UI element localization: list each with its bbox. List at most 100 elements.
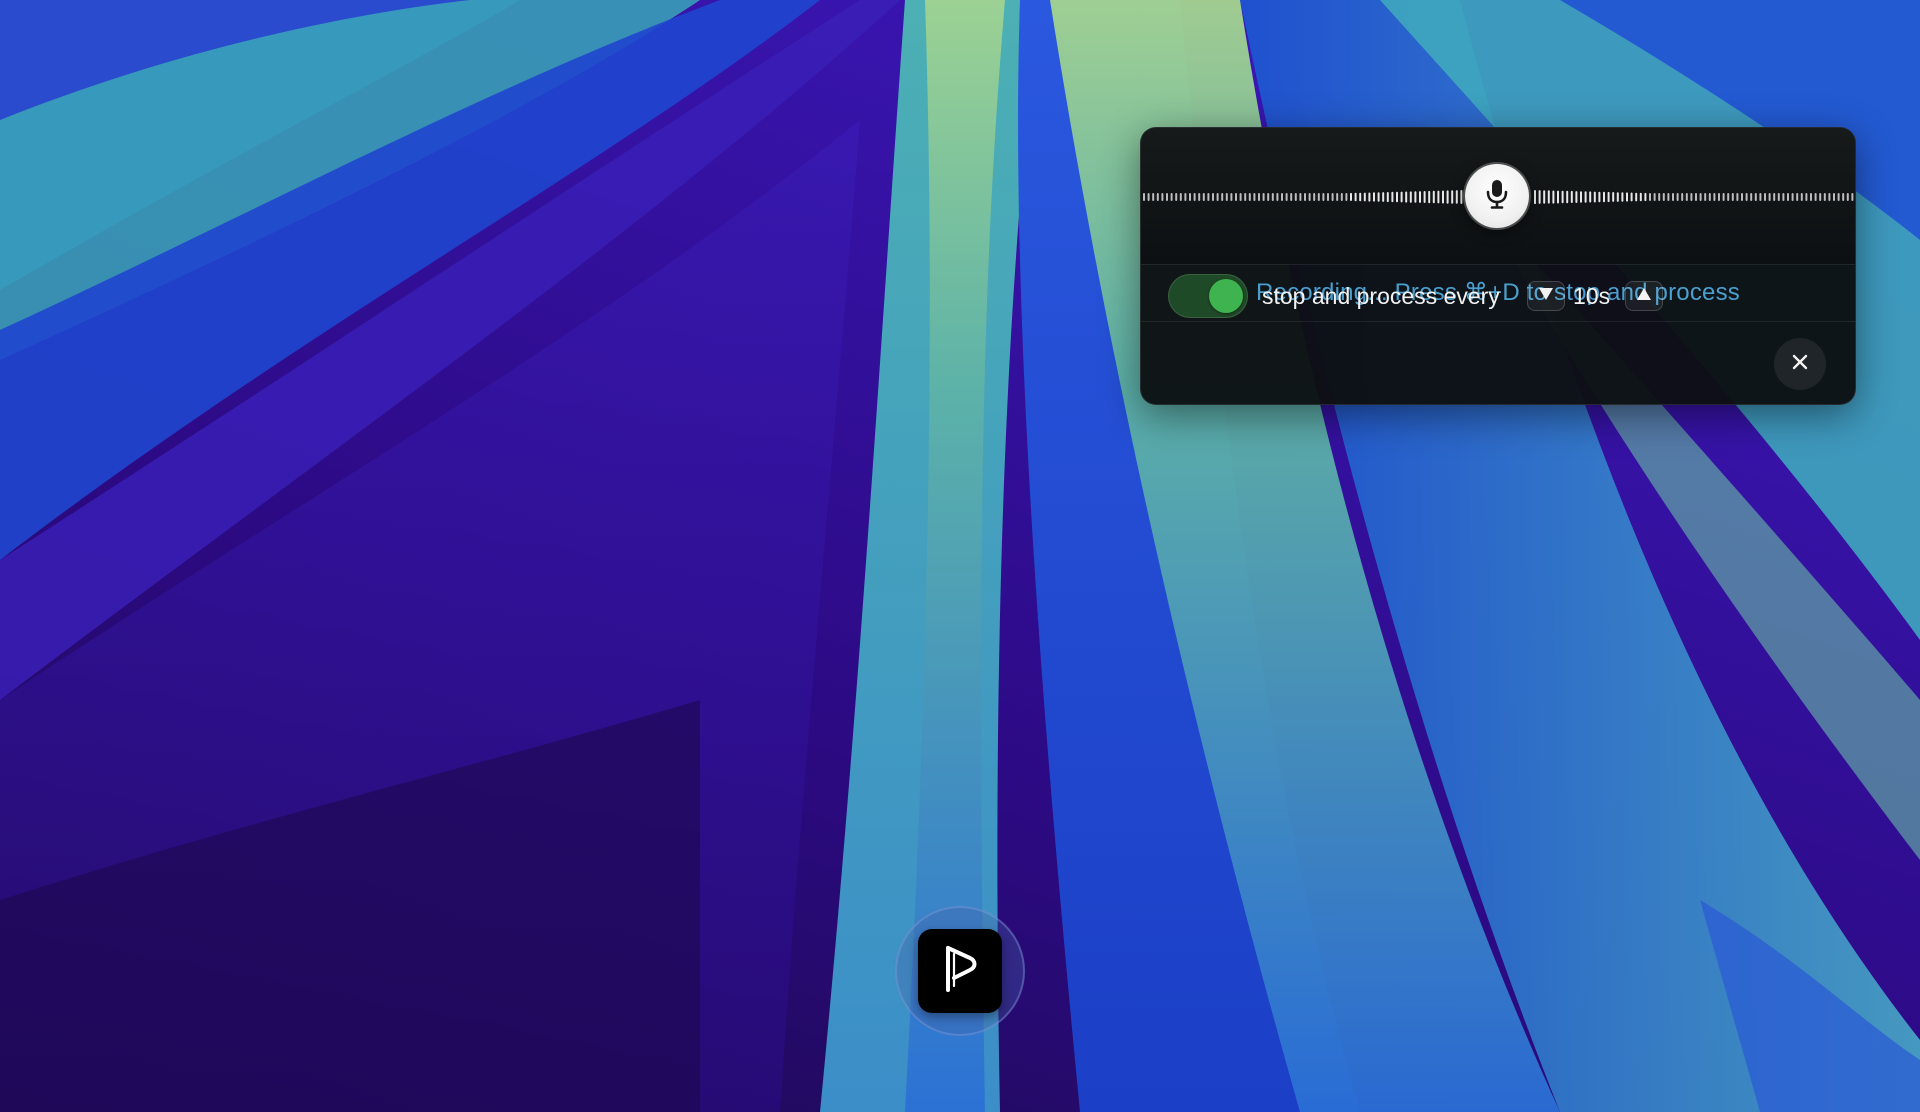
waveform-bar xyxy=(1350,192,1352,201)
waveform-bar xyxy=(1662,193,1665,201)
waveform-bar xyxy=(1782,193,1785,201)
waveform-bar xyxy=(1212,193,1214,201)
waveform-bar xyxy=(1630,192,1633,202)
waveform-bar xyxy=(1405,191,1408,203)
waveform-bar xyxy=(1787,193,1789,201)
waveform-bar xyxy=(1198,193,1201,201)
waveform-bar xyxy=(1414,191,1417,203)
waveform-bar xyxy=(1704,193,1707,201)
waveform-bar xyxy=(1805,193,1808,201)
waveform-bar xyxy=(1713,193,1716,201)
waveform-bar xyxy=(1690,193,1693,201)
waveform-bar xyxy=(1400,191,1403,203)
waveform-bar xyxy=(1837,193,1840,201)
waveform-bar xyxy=(1566,190,1569,204)
waveform-bar xyxy=(1225,193,1228,201)
waveform-bar xyxy=(1695,193,1697,201)
waveform-bar xyxy=(1432,190,1435,204)
desktop: Recording... Press ⌘+D to stop and proce… xyxy=(0,0,1920,1112)
waveform-bar xyxy=(1589,191,1592,203)
waveform-bar xyxy=(1768,193,1771,201)
waveform-bar xyxy=(1161,193,1164,201)
increase-interval-button[interactable] xyxy=(1625,281,1663,311)
recording-panel: Recording... Press ⌘+D to stop and proce… xyxy=(1140,127,1856,405)
app-logo-icon xyxy=(940,942,980,1001)
waveform-bar xyxy=(1290,193,1293,201)
waveform-bar xyxy=(1382,192,1385,202)
waveform-bar xyxy=(1340,193,1343,201)
waveform-bar xyxy=(1616,192,1619,202)
waveform-bar xyxy=(1575,191,1578,203)
waveform-bar xyxy=(1621,192,1624,202)
auto-process-toggle[interactable] xyxy=(1168,274,1248,318)
waveform-bar xyxy=(1612,192,1615,202)
waveform-bar xyxy=(1603,191,1605,203)
waveform-bar xyxy=(1156,193,1159,201)
dock-app-button[interactable] xyxy=(918,929,1002,1013)
waveform-bar xyxy=(1276,193,1279,201)
waveform-bar xyxy=(1570,190,1573,203)
microphone-button[interactable] xyxy=(1465,164,1529,228)
waveform-bar xyxy=(1446,190,1449,204)
waveform-bar xyxy=(1235,193,1237,201)
waveform-bar xyxy=(1593,191,1596,203)
waveform-bar xyxy=(1377,192,1380,202)
waveform-bar xyxy=(1584,191,1587,203)
waveform-bar xyxy=(1281,193,1283,201)
waveform-bar xyxy=(1685,193,1688,201)
waveform-bar xyxy=(1345,193,1348,201)
triangle-up-icon xyxy=(1636,287,1652,306)
waveform-bar xyxy=(1626,192,1628,202)
waveform-bar xyxy=(1262,193,1265,201)
waveform-bar xyxy=(1423,191,1426,203)
waveform-bar xyxy=(1561,190,1564,204)
waveform-bar xyxy=(1451,190,1454,204)
waveform-bar xyxy=(1639,192,1642,202)
waveform-bar xyxy=(1718,193,1720,201)
waveform-bar xyxy=(1750,193,1753,201)
waveform-bar xyxy=(1207,193,1210,201)
waveform-bar xyxy=(1722,193,1725,201)
waveform-bar xyxy=(1791,193,1794,201)
waveform-bar xyxy=(1547,190,1550,204)
waveform-bar xyxy=(1409,191,1412,203)
waveform-bar xyxy=(1676,193,1679,201)
waveform-bar xyxy=(1833,193,1835,201)
divider xyxy=(1141,321,1855,322)
waveform-bar xyxy=(1699,193,1702,201)
waveform-bar xyxy=(1331,193,1334,201)
waveform-bar xyxy=(1202,193,1205,201)
close-button[interactable] xyxy=(1774,338,1826,390)
waveform-bar xyxy=(1271,193,1274,201)
waveform-bar xyxy=(1354,192,1357,202)
waveform-bar xyxy=(1534,190,1536,205)
waveform-bar xyxy=(1607,191,1610,203)
waveform-bar xyxy=(1308,193,1311,201)
waveform-bar xyxy=(1708,193,1711,201)
waveform-bar xyxy=(1437,190,1440,204)
waveform-bar xyxy=(1672,193,1674,201)
waveform-bar xyxy=(1814,193,1817,201)
waveform-bar xyxy=(1184,193,1187,201)
waveform-bar xyxy=(1800,193,1803,201)
decrease-interval-button[interactable] xyxy=(1527,281,1565,311)
waveform-bar xyxy=(1248,193,1251,201)
waveform-bar xyxy=(1253,193,1256,201)
waveform-bar xyxy=(1285,193,1288,201)
waveform-bar xyxy=(1175,193,1178,201)
waveform-bar xyxy=(1170,193,1173,201)
waveform-bar xyxy=(1538,190,1541,204)
waveform-bar xyxy=(1166,193,1168,201)
waveform-bar xyxy=(1580,191,1582,203)
waveform-bar xyxy=(1819,193,1822,201)
waveform-bar xyxy=(1731,193,1734,201)
waveform-bar xyxy=(1773,193,1776,201)
waveform-bar xyxy=(1649,193,1651,201)
waveform-bar xyxy=(1239,193,1242,201)
waveform-bar xyxy=(1846,193,1849,201)
waveform-bar xyxy=(1455,190,1458,204)
waveform-bar xyxy=(1230,193,1233,201)
waveform-bar xyxy=(1759,193,1762,201)
waveform-bar xyxy=(1644,192,1647,202)
waveform-bar xyxy=(1681,193,1684,201)
